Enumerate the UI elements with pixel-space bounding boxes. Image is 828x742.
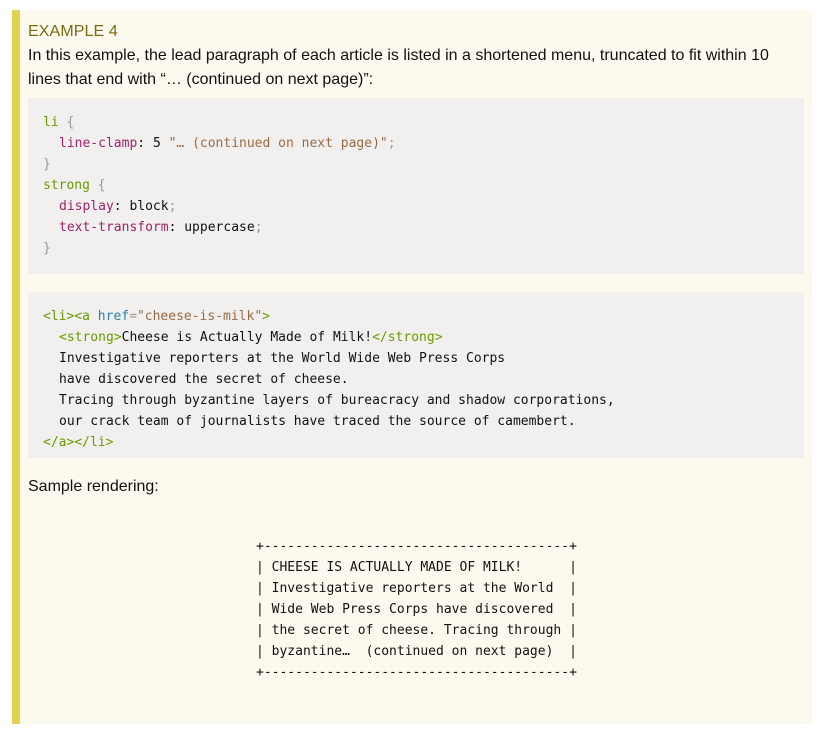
code-line: text-transform: uppercase;	[43, 217, 788, 238]
example-title: EXAMPLE 4	[28, 23, 118, 40]
close-brace: }	[43, 241, 51, 256]
example-box: EXAMPLE 4 In this example, the lead para…	[12, 10, 812, 724]
html-attribute: href	[97, 309, 130, 324]
code-line: our crack team of journalists have trace…	[59, 414, 576, 429]
rendering-line: | CHEESE IS ACTUALLY MADE OF MILK! |	[256, 560, 577, 575]
css-selector-strong: strong	[43, 178, 90, 193]
code-line: Tracing through byzantine layers of bure…	[59, 393, 615, 408]
sample-rendering-box: +---------------------------------------…	[256, 536, 577, 683]
css-property: line-clamp	[59, 136, 138, 151]
code-line: li {	[43, 112, 788, 133]
close-brace: }	[43, 157, 51, 172]
css-value-string: "… (continued on next page)"	[168, 136, 388, 151]
css-property: text-transform	[59, 220, 169, 235]
html-tag: <a	[74, 309, 98, 324]
html-tag: </strong>	[372, 330, 443, 345]
code-line: line-clamp: 5 "… (continued on next page…	[43, 133, 788, 154]
open-brace: {	[58, 115, 75, 130]
colon: :	[168, 220, 185, 235]
example-intro-paragraph: In this example, the lead paragraph of e…	[28, 47, 769, 88]
html-tag: </a>	[43, 435, 75, 450]
rendering-line: | the secret of cheese. Tracing through …	[256, 623, 577, 638]
css-selector-li: li	[43, 115, 59, 130]
equals-sign: =	[129, 309, 137, 324]
sample-rendering-label: Sample rendering:	[28, 478, 159, 495]
code-line: have discovered the secret of cheese.	[59, 372, 349, 387]
code-line: <li><a href="cheese-is-milk">	[43, 306, 788, 327]
rendering-line: +---------------------------------------…	[256, 665, 577, 680]
css-value: uppercase	[184, 220, 255, 235]
html-tag: <li>	[43, 309, 75, 324]
colon: :	[137, 136, 153, 151]
code-line: Investigative reporters at the World Wid…	[59, 351, 506, 366]
semicolon: ;	[168, 199, 177, 214]
html-attribute-value: "cheese-is-milk"	[136, 309, 263, 324]
html-text: Cheese is Actually Made of Milk!	[121, 330, 373, 345]
css-property: display	[59, 199, 114, 214]
code-line: strong {	[43, 175, 788, 196]
semicolon: ;	[387, 136, 396, 151]
rendering-line: | Investigative reporters at the World |	[256, 581, 577, 596]
css-value-number: 5	[152, 136, 169, 151]
rendering-line: | Wide Web Press Corps have discovered |	[256, 602, 577, 617]
semicolon: ;	[254, 220, 263, 235]
code-line: <strong>Cheese is Actually Made of Milk!…	[43, 327, 788, 348]
css-code-block: li {line-clamp: 5 "… (continued on next …	[28, 98, 804, 274]
rendering-line: +---------------------------------------…	[256, 539, 577, 554]
code-line: </a></li>	[43, 432, 788, 453]
colon: :	[113, 199, 130, 214]
html-tag: </li>	[74, 435, 114, 450]
open-brace: {	[89, 178, 106, 193]
html-code-block: <li><a href="cheese-is-milk"> <strong>Che…	[28, 292, 804, 458]
code-line: display: block;	[43, 196, 788, 217]
rendering-line: | byzantine… (continued on next page) |	[256, 644, 577, 659]
code-line: }	[43, 154, 788, 175]
css-value: block	[129, 199, 169, 214]
code-line: }	[43, 238, 788, 259]
html-tag: <strong>	[59, 330, 122, 345]
html-tag: >	[262, 309, 270, 324]
